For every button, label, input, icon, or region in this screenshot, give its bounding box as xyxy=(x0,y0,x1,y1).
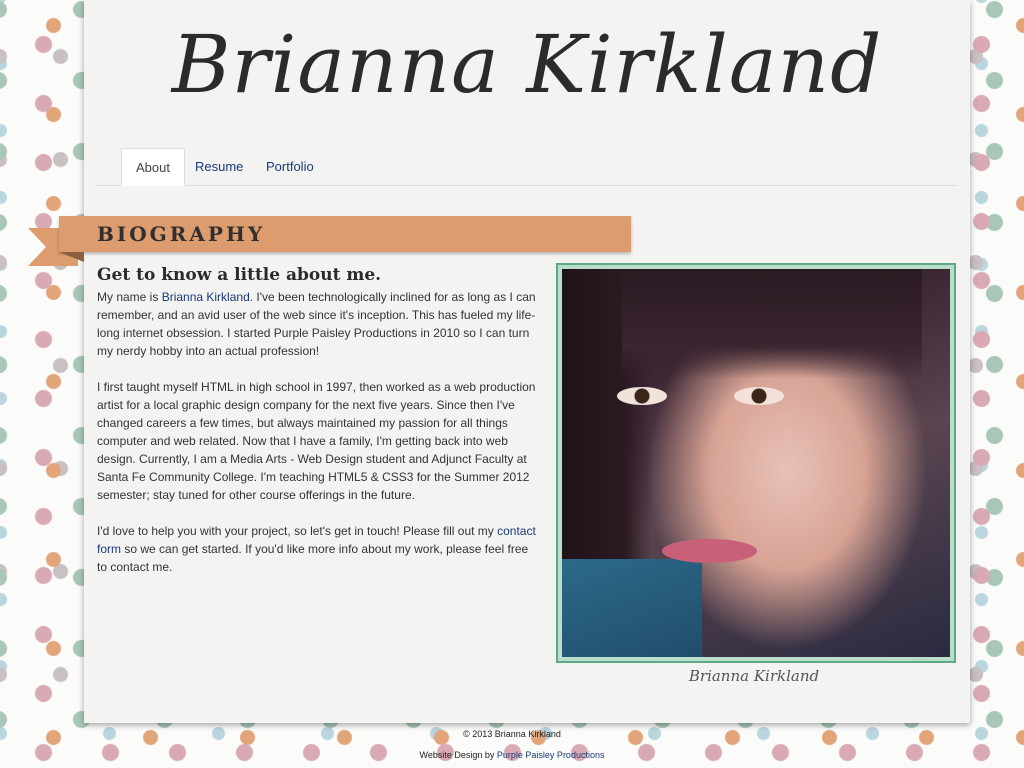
ribbon-title: BIOGRAPHY xyxy=(97,222,266,246)
tab-portfolio[interactable]: Portfolio xyxy=(252,148,328,185)
bio-paragraph-1: My name is Brianna Kirkland. I've been t… xyxy=(97,288,537,360)
footer-credit-link[interactable]: Purple Paisley Productions xyxy=(497,750,605,760)
footer-copyright: © 2013 Brianna Kirkland xyxy=(463,729,561,739)
tab-resume[interactable]: Resume xyxy=(181,148,257,185)
page-container: Brianna Kirkland About Resume Portfolio … xyxy=(84,0,970,723)
bio-paragraph-3: I'd love to help you with your project, … xyxy=(97,522,537,576)
footer-credit: Website Design by Purple Paisley Product… xyxy=(0,750,1024,760)
site-title: Brianna Kirkland xyxy=(171,18,883,111)
bio-section: Get to know a little about me. My name i… xyxy=(97,264,537,594)
footer-credit-text: Website Design by xyxy=(419,750,497,760)
ribbon-fold xyxy=(59,252,84,262)
bio-text: I'd love to help you with your project, … xyxy=(97,524,498,538)
tab-about[interactable]: About xyxy=(121,148,185,186)
bio-paragraph-2: I first taught myself HTML in high schoo… xyxy=(97,380,536,502)
photo-caption: Brianna Kirkland xyxy=(688,667,820,685)
name-link[interactable]: Brianna Kirkland xyxy=(162,290,250,304)
nav-tabs: About Resume Portfolio xyxy=(97,148,957,186)
bio-text: My name is xyxy=(97,290,162,304)
bio-heading: Get to know a little about me. xyxy=(97,265,382,285)
profile-photo-frame xyxy=(556,263,956,663)
bio-text: so we can get started. If you'd like mor… xyxy=(97,542,529,574)
section-ribbon: BIOGRAPHY xyxy=(59,216,631,252)
profile-photo xyxy=(562,269,950,657)
